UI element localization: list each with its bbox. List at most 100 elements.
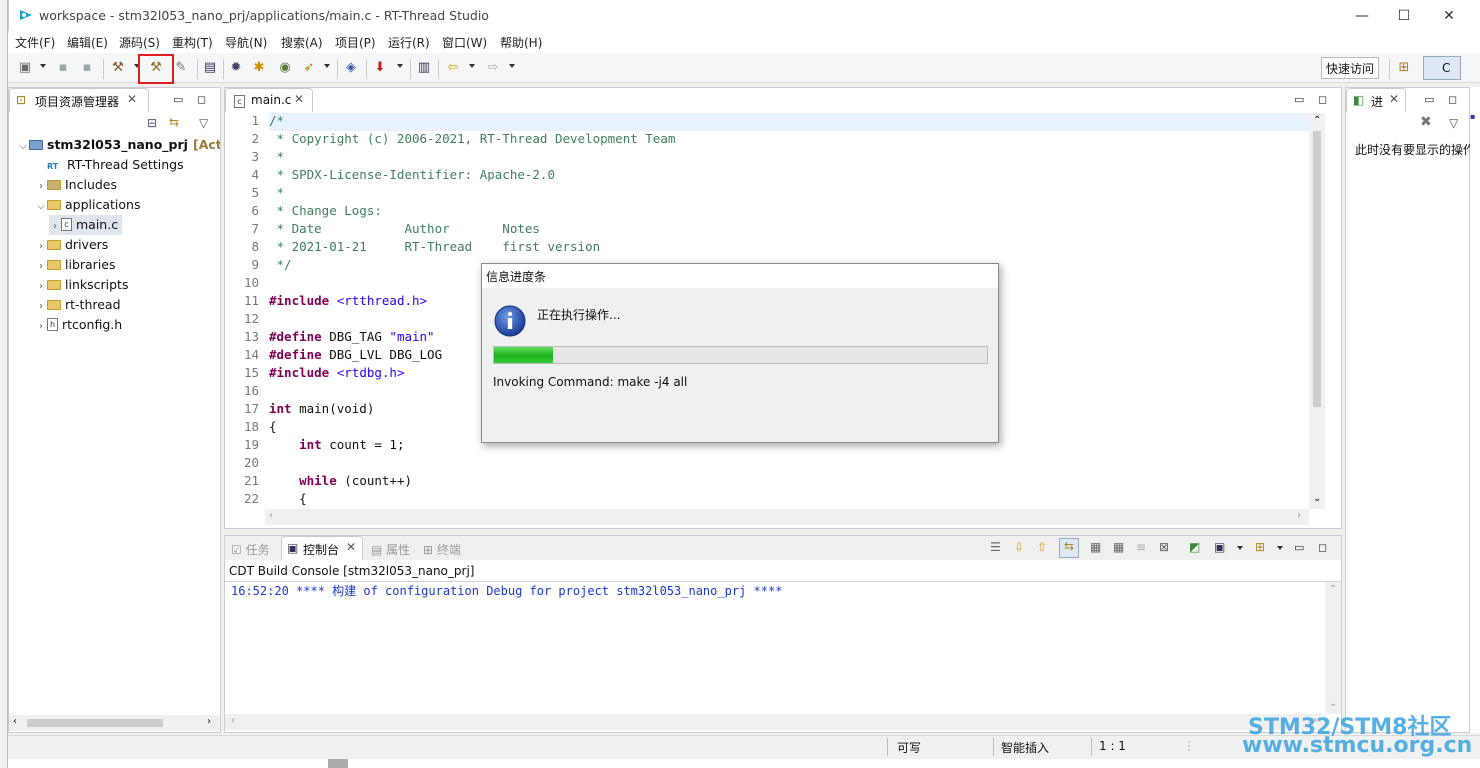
scroll-down-icon[interactable]: ⌄ (1329, 698, 1337, 709)
chevron-right-icon[interactable]: › (35, 177, 47, 197)
clean-icon[interactable]: ✎ (172, 59, 190, 77)
scroll-lock-icon[interactable]: ☰ (990, 540, 1001, 554)
remove-all-icon[interactable]: ✖ (1420, 114, 1432, 130)
chevron-right-icon[interactable]: › (35, 277, 47, 297)
pin-console-icon[interactable]: ◩ (1189, 540, 1200, 554)
tab-tasks[interactable]: ☑ 任务 (231, 541, 270, 558)
new-icon[interactable]: ▣ (16, 59, 34, 77)
console-horizontal-scrollbar[interactable]: ‹ › (225, 714, 1325, 730)
editor-vertical-scrollbar[interactable]: ⌃ ⌄ (1309, 113, 1325, 509)
save-all-icon[interactable]: ▪ (78, 59, 96, 77)
open-perspective-icon[interactable]: ⊞ (1395, 59, 1413, 77)
maximize-panel-icon[interactable]: ◻ (197, 93, 206, 106)
collapse-all-icon[interactable]: ⊟ (147, 116, 157, 130)
console-vertical-scrollbar[interactable]: ⌃ ⌄ (1325, 582, 1341, 714)
minimize-button[interactable]: — (1352, 6, 1372, 26)
quick-access-field[interactable]: 快速访问 (1321, 57, 1380, 79)
tab-properties[interactable]: ▤ 属性 (371, 541, 410, 558)
tree-item-applications[interactable]: ⌵ applications (35, 195, 140, 215)
explorer-horizontal-scrollbar[interactable]: ‹ › (9, 715, 220, 731)
maximize-panel-icon[interactable]: ◻ (1318, 93, 1327, 106)
chevron-down-icon[interactable]: ⌵ (35, 197, 47, 217)
close-icon[interactable]: ✕ (294, 92, 304, 106)
editor-horizontal-scrollbar[interactable]: ‹ › (265, 509, 1309, 525)
chevron-right-icon[interactable]: › (35, 257, 47, 277)
scroll-thumb[interactable] (27, 719, 163, 727)
scroll-left-icon[interactable]: ‹ (13, 716, 17, 727)
link-editor-icon[interactable]: ⇆ (169, 115, 179, 129)
menu-search[interactable]: 搜索(A) (281, 34, 323, 51)
serial-icon[interactable]: ▥ (415, 59, 433, 77)
menu-refactor[interactable]: 重构(T) (172, 34, 213, 51)
forward-arrow-icon[interactable]: ⇨ (484, 59, 502, 77)
link-console-icon[interactable]: ⇆ (1059, 538, 1079, 558)
menu-file[interactable]: 文件(F) (15, 34, 55, 51)
tree-item-main-c[interactable]: › c main.c (49, 215, 123, 237)
paste-icon[interactable]: ▦ (1113, 540, 1124, 554)
next-error-icon[interactable]: ⇩ (1014, 540, 1024, 554)
sdk-manager-icon[interactable]: ◉ (276, 59, 294, 77)
view-menu-icon[interactable]: ▽ (1449, 116, 1458, 130)
scroll-right-icon[interactable]: › (1297, 510, 1301, 521)
close-icon[interactable]: ✕ (127, 92, 137, 106)
copy-icon[interactable]: ▦ (1090, 540, 1101, 554)
tab-progress[interactable]: ◧ 进 ✕ (1346, 88, 1406, 112)
menu-run[interactable]: 运行(R) (388, 34, 430, 51)
close-icon[interactable]: ✕ (1389, 92, 1399, 106)
scroll-left-icon[interactable]: ‹ (231, 715, 235, 726)
settings-gear-icon[interactable]: ✹ (227, 59, 245, 77)
word-wrap-icon[interactable]: ≡ (1136, 540, 1146, 554)
flash-icon[interactable]: ⬇ (371, 59, 389, 77)
prev-error-icon[interactable]: ⇧ (1037, 540, 1047, 554)
tab-terminal[interactable]: ⊞ 终端 (423, 541, 461, 558)
menu-navigate[interactable]: 导航(N) (225, 34, 267, 51)
menu-project[interactable]: 项目(P) (335, 34, 376, 51)
tree-root[interactable]: ⌵ stm32l053_nano_prj [Act (17, 135, 220, 157)
maximize-button[interactable]: ☐ (1394, 6, 1414, 26)
clear-console-icon[interactable]: ⊠ (1159, 540, 1169, 554)
close-button[interactable]: ✕ (1439, 6, 1459, 26)
open-console-icon[interactable]: ⊞ (1255, 540, 1265, 554)
minimize-panel-icon[interactable]: ▭ (1294, 541, 1304, 554)
scroll-down-icon[interactable]: ⌄ (1313, 493, 1321, 504)
chevron-down-icon[interactable]: ⌵ (17, 137, 29, 157)
scroll-thumb[interactable] (1313, 131, 1321, 407)
c-perspective-button[interactable]: C (1423, 56, 1461, 80)
chevron-right-icon[interactable]: › (35, 237, 47, 257)
save-icon[interactable]: ▪ (54, 59, 72, 77)
rebuild-icon[interactable]: ⚒ (147, 59, 165, 77)
menu-edit[interactable]: 编辑(E) (67, 34, 108, 51)
minimize-panel-icon[interactable]: ▭ (173, 93, 183, 106)
menu-window[interactable]: 窗口(W) (442, 34, 487, 51)
close-icon[interactable]: ✕ (346, 540, 356, 554)
tree-item-libraries[interactable]: › libraries (35, 255, 116, 275)
tree-item-drivers[interactable]: › drivers (35, 235, 108, 255)
scroll-right-icon[interactable]: › (207, 716, 211, 727)
menu-source[interactable]: 源码(S) (119, 34, 160, 51)
menu-help[interactable]: 帮助(H) (500, 34, 542, 51)
minimize-panel-icon[interactable]: ▭ (1424, 93, 1434, 106)
package-icon[interactable]: ◈ (342, 59, 360, 77)
scroll-left-icon[interactable]: ‹ (269, 510, 273, 521)
tab-console[interactable]: ▣ 控制台 ✕ (281, 536, 363, 560)
chevron-right-icon[interactable]: › (35, 297, 47, 317)
chevron-right-icon[interactable]: › (35, 317, 47, 337)
tree-item-rtconfig-h[interactable]: › h rtconfig.h (35, 315, 122, 335)
chevron-right-icon[interactable]: › (49, 217, 61, 237)
back-arrow-icon[interactable]: ⇦ (444, 59, 462, 77)
minimize-panel-icon[interactable]: ▭ (1294, 93, 1304, 106)
view-menu-icon[interactable]: ▽ (199, 116, 208, 130)
scroll-up-icon[interactable]: ⌃ (1329, 584, 1337, 595)
tab-project-explorer[interactable]: ⊡ 项目资源管理器 ✕ (9, 88, 149, 112)
tree-item-linkscripts[interactable]: › linkscripts (35, 275, 128, 295)
tree-item-rt-settings[interactable]: RT RT-Thread Settings (47, 155, 184, 175)
tab-main-c[interactable]: c main.c ✕ (225, 88, 313, 112)
scroll-up-icon[interactable]: ⌃ (1313, 115, 1321, 126)
build-hammer-icon[interactable]: ⚒ (109, 59, 127, 77)
maximize-panel-icon[interactable]: ◻ (1448, 93, 1457, 106)
maximize-panel-icon[interactable]: ◻ (1318, 541, 1327, 554)
debug-bug-icon[interactable]: ✱ (250, 59, 268, 77)
terminal-icon[interactable]: ▤ (201, 59, 219, 77)
tree-item-rt-thread[interactable]: › rt-thread (35, 295, 121, 315)
tree-item-includes[interactable]: › Includes (35, 175, 117, 195)
